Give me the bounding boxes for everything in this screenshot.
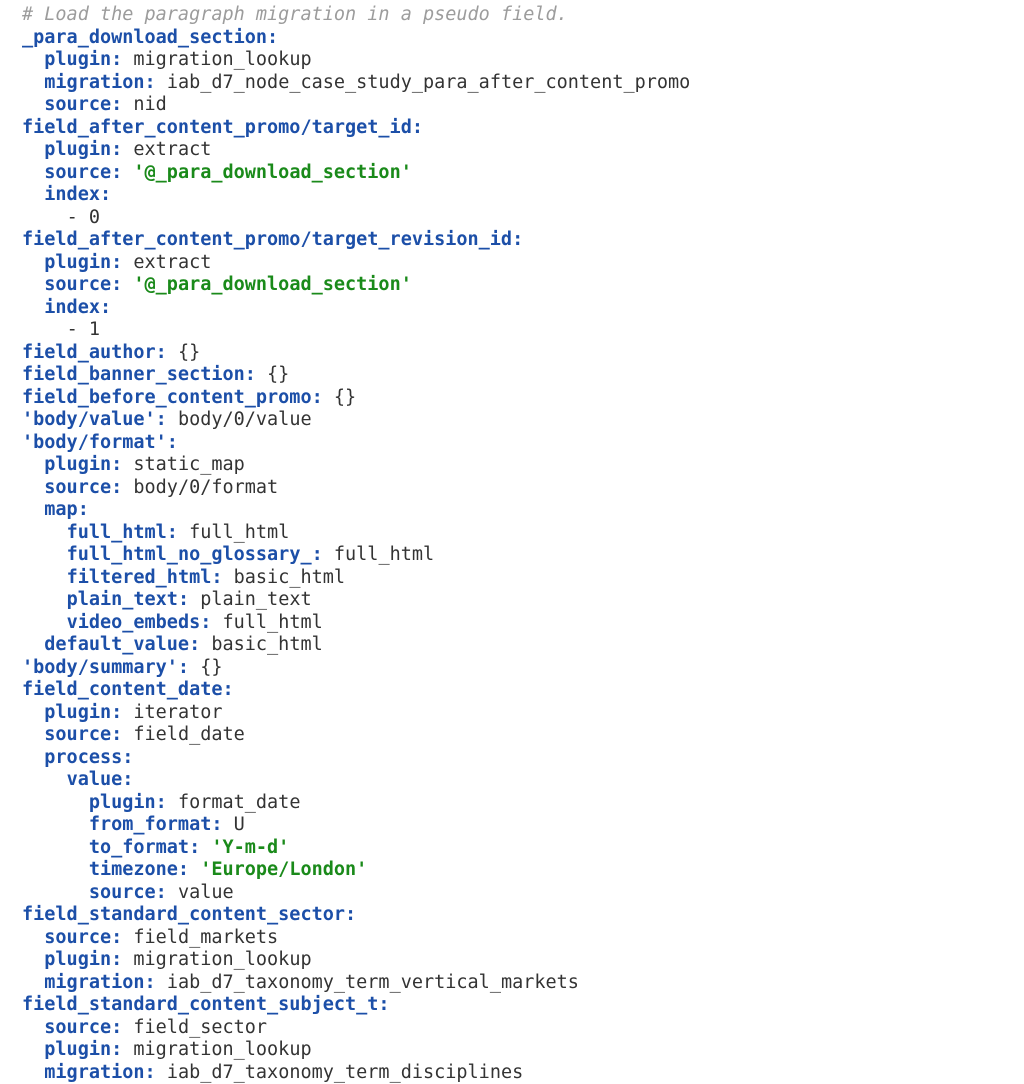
yaml-key: plugin: bbox=[44, 139, 122, 160]
yaml-string: '@_para_download_section' bbox=[133, 162, 411, 183]
yaml-value: extract bbox=[133, 139, 211, 160]
yaml-value: {} bbox=[178, 342, 200, 363]
yaml-key: _para_download_section: bbox=[22, 27, 278, 48]
yaml-key: from_format: bbox=[89, 814, 223, 835]
yaml-value: body/0/format bbox=[133, 477, 278, 498]
yaml-key: source: bbox=[44, 927, 122, 948]
yaml-key: plugin: bbox=[44, 1039, 122, 1060]
yaml-key: plain_text: bbox=[67, 589, 190, 610]
yaml-key: migration: bbox=[44, 1062, 155, 1083]
yaml-value: iab_d7_node_case_study_para_after_conten… bbox=[167, 72, 690, 93]
yaml-value: static_map bbox=[133, 454, 244, 475]
yaml-key: migration: bbox=[44, 972, 155, 993]
yaml-value: {} bbox=[334, 387, 356, 408]
yaml-key: index: bbox=[44, 297, 111, 318]
yaml-key: process: bbox=[44, 747, 133, 768]
yaml-value: migration_lookup bbox=[133, 49, 311, 70]
yaml-value: {} bbox=[200, 657, 222, 678]
yaml-key: 'body/summary': bbox=[22, 657, 189, 678]
yaml-key: map: bbox=[44, 499, 89, 520]
yaml-string: 'Europe/London' bbox=[200, 859, 367, 880]
yaml-key: field_standard_content_sector: bbox=[22, 904, 356, 925]
yaml-key: value: bbox=[67, 769, 134, 790]
yaml-key: 'body/format': bbox=[22, 432, 178, 453]
yaml-value: field_sector bbox=[133, 1017, 267, 1038]
yaml-value: iterator bbox=[133, 702, 222, 723]
yaml-value: migration_lookup bbox=[133, 1039, 311, 1060]
yaml-key: source: bbox=[44, 94, 122, 115]
yaml-string: 'Y-m-d' bbox=[211, 837, 289, 858]
yaml-key: video_embeds: bbox=[67, 612, 212, 633]
yaml-list-item: - 1 bbox=[67, 319, 100, 340]
yaml-key: full_html: bbox=[67, 522, 178, 543]
yaml-key: source: bbox=[44, 477, 122, 498]
yaml-key: plugin: bbox=[44, 949, 122, 970]
yaml-key: field_content_date: bbox=[22, 679, 234, 700]
yaml-key: source: bbox=[44, 1017, 122, 1038]
yaml-value: full_html bbox=[334, 544, 434, 565]
yaml-key: source: bbox=[89, 882, 167, 903]
yaml-key: timezone: bbox=[89, 859, 189, 880]
yaml-value: migration_lookup bbox=[133, 949, 311, 970]
yaml-value: plain_text bbox=[200, 589, 311, 610]
yaml-key: plugin: bbox=[44, 49, 122, 70]
yaml-string: '@_para_download_section' bbox=[133, 274, 411, 295]
yaml-key: to_format: bbox=[89, 837, 200, 858]
yaml-value: U bbox=[234, 814, 245, 835]
yaml-key: default_value: bbox=[44, 634, 200, 655]
yaml-value: format_date bbox=[178, 792, 301, 813]
yaml-key: field_after_content_promo/target_id: bbox=[22, 117, 423, 138]
yaml-value: field_date bbox=[133, 724, 244, 745]
yaml-value: basic_html bbox=[234, 567, 345, 588]
yaml-value: field_markets bbox=[133, 927, 278, 948]
yaml-value: nid bbox=[133, 94, 166, 115]
yaml-key: plugin: bbox=[44, 454, 122, 475]
yaml-value: {} bbox=[267, 364, 289, 385]
yaml-value: iab_d7_taxonomy_term_disciplines bbox=[167, 1062, 523, 1083]
yaml-key: source: bbox=[44, 724, 122, 745]
yaml-key: plugin: bbox=[89, 792, 167, 813]
yaml-key: field_standard_content_subject_t: bbox=[22, 994, 390, 1015]
yaml-key: plugin: bbox=[44, 702, 122, 723]
yaml-value: value bbox=[178, 882, 234, 903]
yaml-code-block: # Load the paragraph migration in a pseu… bbox=[0, 0, 1024, 1084]
yaml-key: field_after_content_promo/target_revisio… bbox=[22, 229, 523, 250]
yaml-comment: # Load the paragraph migration in a pseu… bbox=[22, 4, 568, 25]
yaml-value: basic_html bbox=[211, 634, 322, 655]
yaml-key: source: bbox=[44, 274, 122, 295]
yaml-key: 'body/value': bbox=[22, 409, 167, 430]
yaml-value: body/0/value bbox=[178, 409, 312, 430]
yaml-list-item: - 0 bbox=[67, 207, 100, 228]
yaml-key: field_author: bbox=[22, 342, 167, 363]
yaml-value: extract bbox=[133, 252, 211, 273]
yaml-key: index: bbox=[44, 184, 111, 205]
yaml-value: iab_d7_taxonomy_term_vertical_markets bbox=[167, 972, 579, 993]
yaml-key: plugin: bbox=[44, 252, 122, 273]
yaml-key: source: bbox=[44, 162, 122, 183]
yaml-key: full_html_no_glossary_: bbox=[67, 544, 323, 565]
yaml-value: full_html bbox=[189, 522, 289, 543]
yaml-key: field_banner_section: bbox=[22, 364, 256, 385]
yaml-key: filtered_html: bbox=[67, 567, 223, 588]
yaml-value: full_html bbox=[223, 612, 323, 633]
yaml-key: field_before_content_promo: bbox=[22, 387, 323, 408]
yaml-key: migration: bbox=[44, 72, 155, 93]
